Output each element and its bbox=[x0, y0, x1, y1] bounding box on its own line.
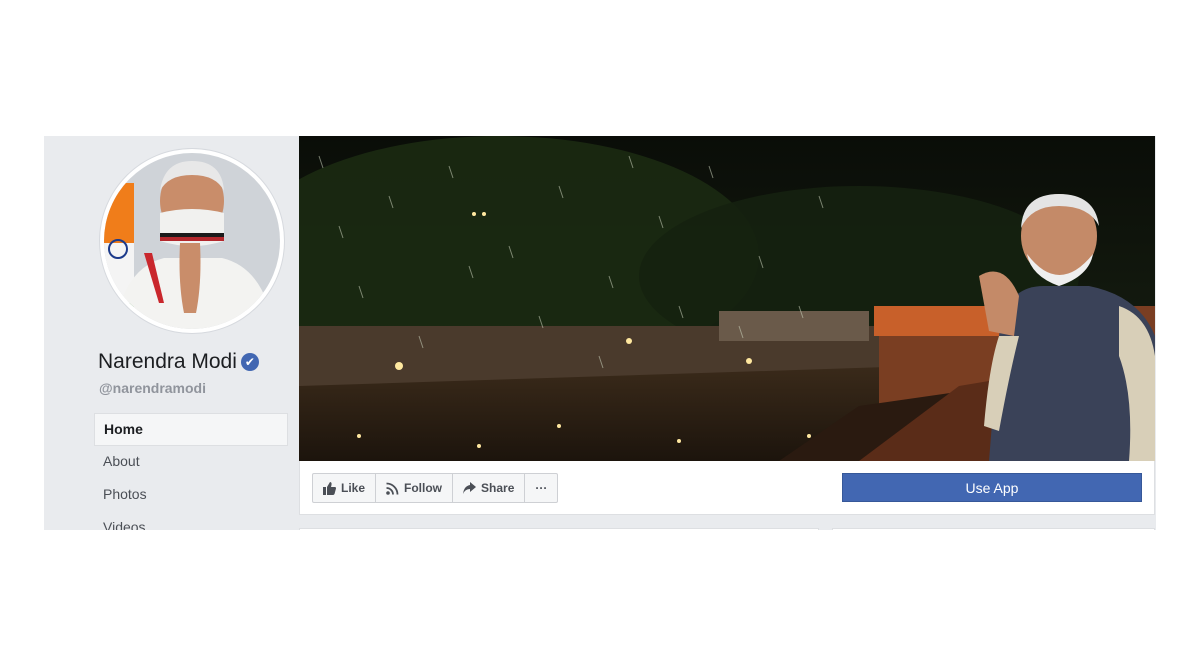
page-nav: Home About Photos Videos bbox=[94, 413, 288, 530]
action-button-group: Like Follow Share ··· bbox=[312, 473, 559, 503]
cover-photo-image bbox=[299, 136, 1155, 461]
nav-item-photos[interactable]: Photos bbox=[94, 479, 288, 512]
nav-item-videos[interactable]: Videos bbox=[94, 512, 288, 530]
nav-item-home[interactable]: Home bbox=[94, 413, 288, 446]
share-arrow-icon bbox=[463, 482, 477, 494]
more-options-button[interactable]: ··· bbox=[525, 474, 557, 502]
cover-photo[interactable] bbox=[299, 136, 1155, 461]
page-handle: @narendramodi bbox=[99, 380, 207, 396]
share-button[interactable]: Share bbox=[453, 474, 526, 502]
verified-badge-icon: ✔ bbox=[240, 353, 259, 371]
facebook-page: Narendra Modi ✔ @narendramodi Home About … bbox=[44, 136, 1156, 530]
thumbs-up-icon bbox=[323, 481, 336, 495]
follow-label: Follow bbox=[404, 481, 443, 495]
like-button[interactable]: Like bbox=[313, 474, 377, 502]
profile-picture[interactable] bbox=[100, 149, 284, 333]
page-name[interactable]: Narendra Modi bbox=[98, 350, 237, 373]
page-title[interactable]: Narendra Modi ✔ bbox=[98, 350, 259, 374]
left-content-card bbox=[299, 528, 819, 530]
like-label: Like bbox=[341, 481, 366, 495]
right-content-card bbox=[832, 528, 1155, 530]
use-app-button[interactable]: Use App bbox=[842, 473, 1142, 502]
follow-button[interactable]: Follow bbox=[376, 474, 454, 502]
page-action-bar: Like Follow Share ··· Use App bbox=[299, 461, 1155, 515]
nav-item-about[interactable]: About bbox=[94, 446, 288, 479]
share-label: Share bbox=[481, 481, 515, 495]
left-column: Narendra Modi ✔ @narendramodi Home About … bbox=[44, 136, 299, 530]
content-cards-top bbox=[299, 528, 1155, 530]
profile-photo-image bbox=[104, 153, 280, 329]
more-icon: ··· bbox=[535, 481, 548, 495]
rss-icon bbox=[386, 482, 399, 495]
